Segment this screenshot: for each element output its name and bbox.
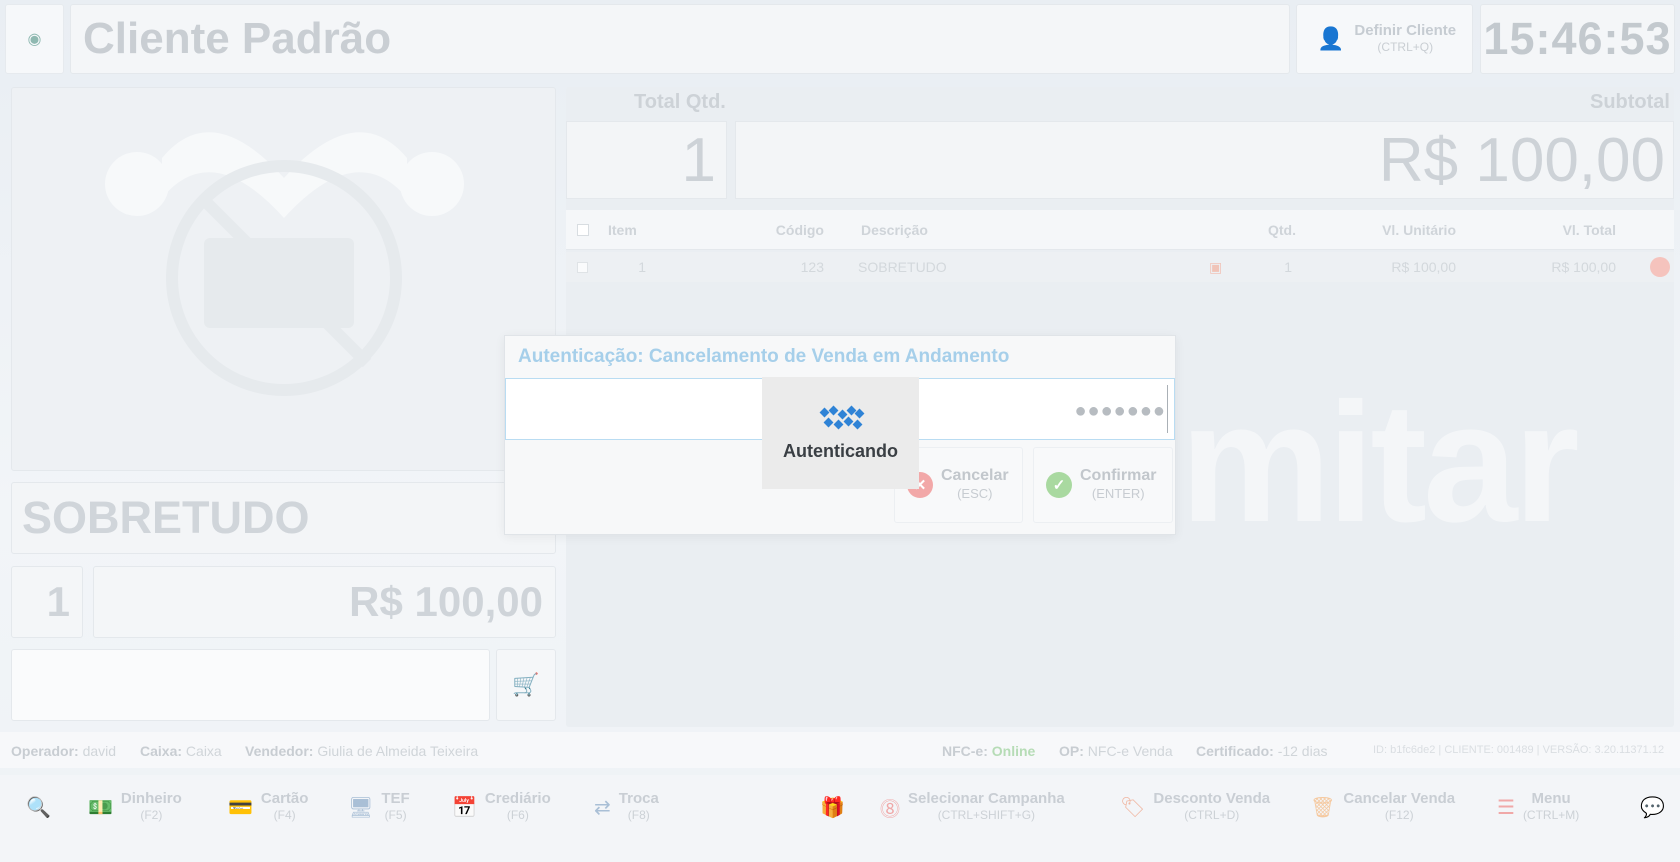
loading-overlay: Autenticando — [762, 377, 919, 489]
dinheiro-button[interactable]: 💵 Dinheiro (F2) — [88, 777, 182, 837]
version-info: ID: b1fc6de2 | CLIENTE: 001489 | VERSÃO:… — [1373, 744, 1665, 756]
campaign-icon: ⓼ — [880, 798, 900, 821]
cancelar-venda-button[interactable]: 🗑 Cancelar Venda (F12) — [1310, 777, 1455, 837]
password-mask: ●●●●●●● — [1074, 400, 1166, 422]
caixa-info: Caixa: Caixa — [140, 743, 222, 759]
check-icon: ✓ — [1046, 472, 1072, 498]
row-checkbox[interactable] — [577, 252, 588, 282]
money-icon: 💵 — [88, 796, 113, 819]
campanha-button[interactable]: ⓼ Selecionar Campanha (CTRL+SHIFT+G) — [880, 777, 1065, 837]
col-vl-total: Vl. Total — [1562, 221, 1616, 238]
cartao-button[interactable]: 💳 Cartão (F4) — [228, 777, 308, 837]
client-name: Cliente Padrão — [83, 14, 392, 63]
confirm-button[interactable]: ✓ Confirmar (ENTER) — [1033, 447, 1173, 523]
subtotal-value: R$ 100,00 — [1378, 125, 1665, 195]
seller-info: Vendedor: Giulia de Almeida Teixeira — [245, 743, 479, 759]
items-table-header: Item Código Descrição Qtd. Vl. Unitário … — [566, 210, 1674, 250]
product-image — [11, 87, 556, 471]
define-client-button[interactable]: 👤 Definir Cliente (CTRL+Q) — [1296, 4, 1473, 74]
tef-terminal-icon: 🖥 — [348, 796, 374, 819]
select-all-checkbox[interactable] — [577, 210, 589, 249]
add-to-cart-button[interactable]: 🛒 — [496, 649, 556, 721]
product-name-panel: SOBRETUDO — [11, 482, 556, 554]
col-codigo: Código — [775, 221, 824, 238]
product-name: SOBRETUDO — [22, 492, 310, 543]
spinner-icon — [819, 405, 864, 430]
cart-icon: 🛒 — [512, 672, 540, 697]
table-row[interactable]: 1 123 SOBRETUDO ▣ 1 R$ 100,00 R$ 100,00 — [566, 252, 1674, 282]
row-unit: R$ 100,00 — [1391, 259, 1456, 275]
calendar-icon: 📅 — [452, 796, 477, 819]
nfce-info: NFC-e: Online — [942, 743, 1036, 759]
product-price: R$ 100,00 — [349, 578, 543, 625]
no-image-icon — [105, 132, 464, 396]
clock: 15:46:53 — [1483, 13, 1672, 64]
hamburger-icon: ☰ — [1497, 796, 1515, 819]
total-qty-panel: 1 — [566, 121, 727, 199]
discount-icon: 🏷 — [1120, 796, 1146, 819]
define-client-label: Definir Cliente — [1354, 22, 1457, 39]
col-vl-unitario: Vl. Unitário — [1382, 221, 1456, 238]
col-item: Item — [608, 221, 637, 238]
dialog-title: Autenticação: Cancelamento de Venda em A… — [518, 346, 1010, 367]
search-button[interactable]: 🔍 — [26, 777, 51, 837]
gift-button[interactable]: 🎁 — [820, 777, 845, 837]
user-icon: 👤 — [1317, 26, 1345, 51]
row-codigo: 123 — [800, 259, 824, 275]
status-bar: Operador: david Caixa: Caixa Vendedor: G… — [0, 732, 1680, 768]
row-qtd: 1 — [1284, 259, 1292, 275]
crediario-button[interactable]: 📅 Crediário (F6) — [452, 777, 551, 837]
total-qty-value: 1 — [681, 125, 716, 195]
subtotal-label: Subtotal — [1590, 91, 1670, 113]
card-icon: 💳 — [228, 796, 253, 819]
text-caret — [1167, 385, 1168, 433]
row-descricao: SOBRETUDO — [858, 259, 947, 275]
define-client-shortcut: (CTRL+Q) — [1377, 40, 1434, 54]
chat-icon: 💬 — [1640, 796, 1665, 819]
chat-button[interactable]: 💬 — [1640, 777, 1665, 837]
bottom-toolbar: 🔍 💵 Dinheiro (F2) 💳 Cartão (F4) 🖥 TEF (F5) … — [0, 775, 1680, 862]
desconto-button[interactable]: 🏷 Desconto Venda (CTRL+D) — [1120, 777, 1270, 837]
remove-item-icon[interactable] — [1650, 252, 1670, 282]
app-logo[interactable]: ◉ — [5, 4, 64, 74]
subtotal-panel: R$ 100,00 — [735, 121, 1674, 199]
barcode-input[interactable] — [11, 649, 490, 721]
eye-icon: ◉ — [27, 31, 42, 48]
exchange-icon: ⇄ — [594, 796, 611, 819]
clock-panel: 15:46:53 — [1480, 4, 1675, 74]
menu-button[interactable]: ☰ Menu (CTRL+M) — [1497, 777, 1579, 837]
cancel-sale-icon: 🗑 — [1310, 796, 1336, 819]
col-qtd: Qtd. — [1268, 221, 1296, 238]
row-total: R$ 100,00 — [1551, 259, 1616, 275]
total-qty-label: Total Qtd. — [634, 91, 726, 113]
product-price-panel: R$ 100,00 — [93, 566, 556, 638]
brand-watermark: mitar — [1180, 368, 1580, 558]
operator-info: Operador: david — [11, 743, 117, 759]
gift-icon: 🎁 — [820, 796, 845, 819]
op-info: OP: NFC-e Venda — [1059, 743, 1173, 759]
loading-text: Autenticando — [783, 441, 898, 461]
client-name-panel: Cliente Padrão — [70, 4, 1290, 74]
tef-button[interactable]: 🖥 TEF (F5) — [348, 777, 410, 837]
certificate-info: Certificado: -12 dias — [1196, 743, 1328, 759]
troca-button[interactable]: ⇄ Troca (F8) — [594, 777, 659, 837]
row-item: 1 — [638, 259, 646, 275]
search-icon: 🔍 — [26, 796, 51, 819]
col-descricao: Descrição — [861, 221, 928, 238]
product-quantity: 1 — [46, 578, 70, 625]
product-quantity-panel: 1 — [11, 566, 83, 638]
